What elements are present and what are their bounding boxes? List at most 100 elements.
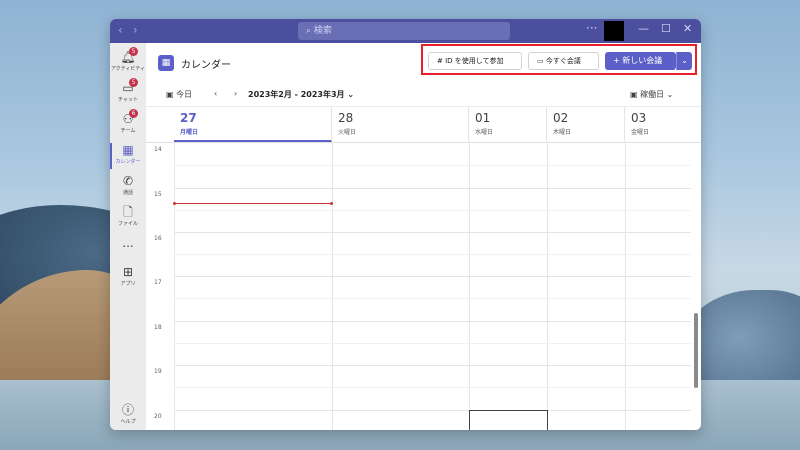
rail-label: チャット bbox=[118, 97, 138, 103]
file-icon: 🗋︎ bbox=[123, 205, 133, 219]
rail-item-teams[interactable]: ⚇ 6 チーム bbox=[110, 109, 146, 134]
teams-badge: 6 bbox=[129, 109, 138, 118]
hour-label: 20 bbox=[154, 413, 162, 420]
hour-label: 15 bbox=[154, 191, 162, 198]
search-icon: ⌕ bbox=[306, 26, 314, 36]
more-options-icon[interactable]: ··· bbox=[586, 21, 597, 35]
rail-item-help[interactable]: ⓘ ヘルプ bbox=[110, 403, 146, 425]
calendar-toolbar: ▣ 今日 ‹ › 2023年2月 - 2023年3月 ⌄ ▣ 稼働日 ⌄ bbox=[146, 83, 701, 107]
hour-line bbox=[174, 321, 691, 322]
day-number: 02 bbox=[553, 111, 569, 125]
nav-arrows: ‹ › bbox=[118, 23, 148, 37]
day-header[interactable]: 01 水曜日 bbox=[469, 107, 547, 142]
bell-icon: 🔔︎ bbox=[120, 50, 136, 64]
rail-label: ヘルプ bbox=[120, 419, 136, 425]
rail-item-apps[interactable]: ⊞ アプリ bbox=[110, 265, 146, 287]
page-title: カレンダー bbox=[181, 60, 231, 71]
search-placeholder: 検索 bbox=[313, 26, 332, 36]
forward-arrow-icon[interactable]: › bbox=[133, 23, 138, 37]
chevron-down-icon: ⌄ bbox=[344, 90, 355, 99]
rail-label: チーム bbox=[120, 128, 136, 134]
half-hour-line bbox=[174, 343, 691, 344]
avatar[interactable] bbox=[604, 21, 624, 41]
app-rail: 🔔︎ 5 アクティビティ ▭ 5 チャット ⚇ 6 チーム ▦ カレンダー ✆ … bbox=[110, 43, 146, 430]
hour-line bbox=[174, 188, 691, 189]
maximize-icon[interactable]: ☐ bbox=[661, 22, 671, 35]
highlight-box bbox=[421, 44, 697, 75]
day-name: 火曜日 bbox=[338, 129, 357, 136]
day-name: 金曜日 bbox=[631, 129, 650, 136]
rail-label: カレンダー bbox=[115, 159, 141, 165]
day-name: 木曜日 bbox=[553, 129, 572, 136]
calendar-main: ▦ カレンダー # ID を使用して参加 ▭ 今すぐ会議 + 新しい会議 ⌄ ▣… bbox=[146, 43, 701, 430]
hour-line bbox=[174, 410, 691, 411]
week-grid: 27 月曜日 28 火曜日 01 水曜日 02 木曜日 03 金曜日 14 15… bbox=[146, 107, 701, 430]
day-number: 03 bbox=[631, 111, 647, 125]
rail-label: 通話 bbox=[122, 190, 133, 196]
more-apps-icon: ... bbox=[122, 236, 134, 250]
view-switcher[interactable]: ▣ 稼働日 ⌄ bbox=[630, 89, 673, 100]
day-header[interactable]: 03 金曜日 bbox=[625, 107, 701, 142]
day-header[interactable]: 28 火曜日 bbox=[332, 107, 469, 142]
day-name: 月曜日 bbox=[180, 129, 199, 136]
rail-item-chat[interactable]: ▭ 5 チャット bbox=[110, 78, 146, 103]
hour-line bbox=[174, 276, 691, 277]
current-time-line bbox=[174, 203, 332, 204]
today-button[interactable]: ▣ 今日 bbox=[166, 89, 192, 100]
rail-label: アクティビティ bbox=[110, 66, 146, 72]
hour-label: 19 bbox=[154, 368, 162, 375]
calendar-app-icon: ▦ bbox=[158, 55, 174, 71]
half-hour-line bbox=[174, 165, 691, 166]
date-range-label: 2023年2月 - 2023年3月 bbox=[248, 90, 345, 99]
rail-item-more[interactable]: ... bbox=[110, 236, 146, 250]
rail-item-files[interactable]: 🗋︎ ファイル bbox=[110, 205, 146, 227]
vertical-scrollbar[interactable] bbox=[694, 313, 698, 388]
current-time-dot bbox=[330, 202, 333, 205]
half-hour-line bbox=[174, 210, 691, 211]
rail-label: ファイル bbox=[117, 221, 138, 227]
day-number: 01 bbox=[475, 111, 491, 125]
search-input[interactable]: ⌕ 検索 bbox=[298, 22, 510, 40]
day-number: 28 bbox=[338, 111, 354, 125]
view-icon: ▣ bbox=[630, 90, 641, 99]
view-label: 稼働日 bbox=[640, 90, 665, 99]
close-icon[interactable]: ✕ bbox=[683, 22, 692, 35]
rail-label: アプリ bbox=[120, 281, 136, 287]
hour-line bbox=[174, 365, 691, 366]
rail-item-calendar[interactable]: ▦ カレンダー bbox=[110, 143, 146, 169]
date-range-picker[interactable]: 2023年2月 - 2023年3月 ⌄ bbox=[248, 89, 354, 100]
hour-label: 16 bbox=[154, 235, 162, 242]
half-hour-line bbox=[174, 298, 691, 299]
activity-badge: 5 bbox=[129, 47, 138, 56]
chevron-down-icon: ⌄ bbox=[664, 90, 674, 99]
apps-grid-icon: ⊞ bbox=[122, 265, 134, 279]
hour-label: 14 bbox=[154, 146, 162, 153]
back-arrow-icon[interactable]: ‹ bbox=[118, 23, 123, 37]
day-header[interactable]: 02 木曜日 bbox=[547, 107, 625, 142]
time-grid[interactable]: 14 15 16 17 18 19 20 bbox=[146, 142, 701, 430]
half-hour-line bbox=[174, 254, 691, 255]
next-week-icon[interactable]: › bbox=[234, 89, 237, 98]
selected-time-slot[interactable] bbox=[469, 410, 548, 430]
minimize-icon[interactable]: — bbox=[638, 22, 649, 35]
rail-item-calls[interactable]: ✆ 通話 bbox=[110, 174, 146, 196]
day-number: 27 bbox=[180, 111, 197, 125]
calendar-small-icon: ▣ bbox=[166, 90, 177, 99]
rail-item-activity[interactable]: 🔔︎ 5 アクティビティ bbox=[110, 47, 146, 72]
day-header[interactable]: 27 月曜日 bbox=[174, 107, 332, 142]
chat-icon: ▭ bbox=[122, 81, 134, 95]
day-name: 水曜日 bbox=[475, 129, 494, 136]
hour-label: 17 bbox=[154, 279, 162, 286]
teams-window: ‹ › ⌕ 検索 ··· — ☐ ✕ 🔔︎ 5 アクティビティ ▭ 5 チャット … bbox=[110, 19, 701, 430]
phone-icon: ✆ bbox=[122, 174, 134, 188]
teams-icon: ⚇ bbox=[122, 112, 134, 126]
prev-week-icon[interactable]: ‹ bbox=[214, 89, 217, 98]
chat-badge: 5 bbox=[129, 78, 138, 87]
today-label: 今日 bbox=[176, 90, 193, 99]
calendar-icon: ▦ bbox=[122, 143, 134, 157]
help-icon: ⓘ bbox=[121, 403, 134, 417]
title-bar: ‹ › ⌕ 検索 ··· — ☐ ✕ bbox=[110, 19, 701, 43]
half-hour-line bbox=[174, 387, 691, 388]
hour-label: 18 bbox=[154, 324, 162, 331]
current-time-dot bbox=[173, 202, 176, 205]
